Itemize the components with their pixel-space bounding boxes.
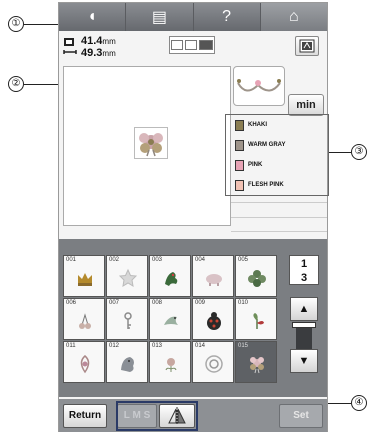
pattern-cell[interactable]: 003 <box>149 255 191 297</box>
pattern-cell[interactable]: 005 <box>235 255 277 297</box>
pattern-cell[interactable]: 008 <box>149 298 191 340</box>
embroidery-selection-screen: ◖ ▤ ? ⌂ 41.4mm 49.3mm min KHAKI WARM GRA… <box>58 2 329 432</box>
callout-4: ④ <box>351 395 367 411</box>
pattern-cell[interactable]: 009 <box>192 298 234 340</box>
ornament-icon <box>80 355 90 374</box>
pattern-height: 49.3mm <box>81 47 116 59</box>
scroll-up-button[interactable]: ▲ <box>290 297 318 321</box>
pattern-cell[interactable]: 006 <box>63 298 105 340</box>
rosette-icon <box>205 355 223 373</box>
swag-preview-icon <box>237 79 281 92</box>
flower-motif-preview-icon <box>139 133 163 157</box>
page-indicator: 1 3 <box>289 255 319 285</box>
bottom-toolbar: Return L M S Set <box>59 399 327 432</box>
scrollbar-thumb[interactable] <box>292 322 316 328</box>
top-toolbar: ◖ ▤ ? ⌂ <box>59 3 327 31</box>
cherry-icon <box>79 313 91 329</box>
pattern-cell[interactable]: 011 <box>63 341 105 383</box>
page-icon: ▤ <box>151 9 167 26</box>
plant-icon <box>253 313 264 329</box>
needle-button[interactable]: ◖ <box>59 3 127 31</box>
flower-motif-icon <box>250 357 264 374</box>
min-button[interactable]: min <box>288 94 324 116</box>
hoop-medium-icon <box>185 40 197 50</box>
thread-color-row: WARM GRAY <box>229 136 327 154</box>
page-button[interactable]: ▤ <box>126 3 194 31</box>
hoop-size-indicator <box>169 36 215 54</box>
floral-icon <box>165 358 177 372</box>
color-list-divider <box>231 231 327 232</box>
dragon-icon <box>165 272 178 286</box>
needle-icon: ◖ <box>87 8 97 25</box>
thread-spool-icon <box>235 159 244 171</box>
thread-color-list: KHAKI WARM GRAY PINK FLESH PINK <box>229 114 327 234</box>
pattern-width: 41.4mm <box>81 35 116 47</box>
flower-icon <box>248 270 266 287</box>
color-list-divider <box>231 202 327 203</box>
thread-color-row: PINK <box>229 156 327 174</box>
thread-palette-icon <box>299 39 315 53</box>
pattern-cell[interactable]: 001 <box>63 255 105 297</box>
pattern-cell[interactable]: 002 <box>106 255 148 297</box>
thread-color-row: KHAKI <box>229 116 327 134</box>
pattern-cell[interactable]: 007 <box>106 298 148 340</box>
thread-display-button[interactable] <box>295 36 319 56</box>
pattern-preview-area <box>63 66 231 226</box>
pattern-cell[interactable]: 010 <box>235 298 277 340</box>
thread-color-row: FLESH PINK <box>229 176 327 194</box>
pattern-cell-selected[interactable]: 015 <box>235 341 277 383</box>
callout-3: ③ <box>351 144 367 160</box>
callout-3-line <box>328 152 351 153</box>
lion-icon <box>121 357 134 372</box>
star-icon <box>118 268 138 287</box>
size-arrows-icon <box>63 38 77 54</box>
pattern-cell[interactable]: 013 <box>149 341 191 383</box>
color-list-divider <box>231 217 327 218</box>
callout-1: ① <box>8 16 24 32</box>
ladybug-icon <box>207 312 221 330</box>
pattern-thumbnail <box>233 66 285 106</box>
crown-icon <box>78 273 92 286</box>
thread-spool-icon <box>235 179 244 191</box>
pattern-size-display: 41.4mm 49.3mm <box>63 33 151 63</box>
pig-icon <box>206 274 222 286</box>
hoop-large-icon <box>199 40 213 50</box>
pattern-selection-grid: 001 002 003 004 005 006 007 008 009 010 … <box>59 239 327 397</box>
scroll-down-button[interactable]: ▼ <box>290 349 318 373</box>
home-icon: ⌂ <box>289 8 299 25</box>
callout-4-highlight <box>116 401 198 431</box>
return-button[interactable]: Return <box>63 404 107 428</box>
pattern-cell[interactable]: 012 <box>106 341 148 383</box>
callout-2: ② <box>8 76 24 92</box>
home-button[interactable]: ⌂ <box>260 3 327 31</box>
scrollbar-track[interactable] <box>296 325 312 349</box>
key-icon <box>124 312 132 329</box>
thread-spool-icon <box>235 139 244 151</box>
pattern-cell[interactable]: 004 <box>192 255 234 297</box>
bird-icon <box>164 316 178 325</box>
thread-spool-icon <box>235 119 244 131</box>
help-icon: ? <box>222 8 232 25</box>
set-button[interactable]: Set <box>279 404 323 428</box>
pattern-preview-selection <box>134 127 168 159</box>
help-button[interactable]: ? <box>193 3 261 31</box>
hoop-small-icon <box>171 40 183 50</box>
pattern-cell[interactable]: 014 <box>192 341 234 383</box>
